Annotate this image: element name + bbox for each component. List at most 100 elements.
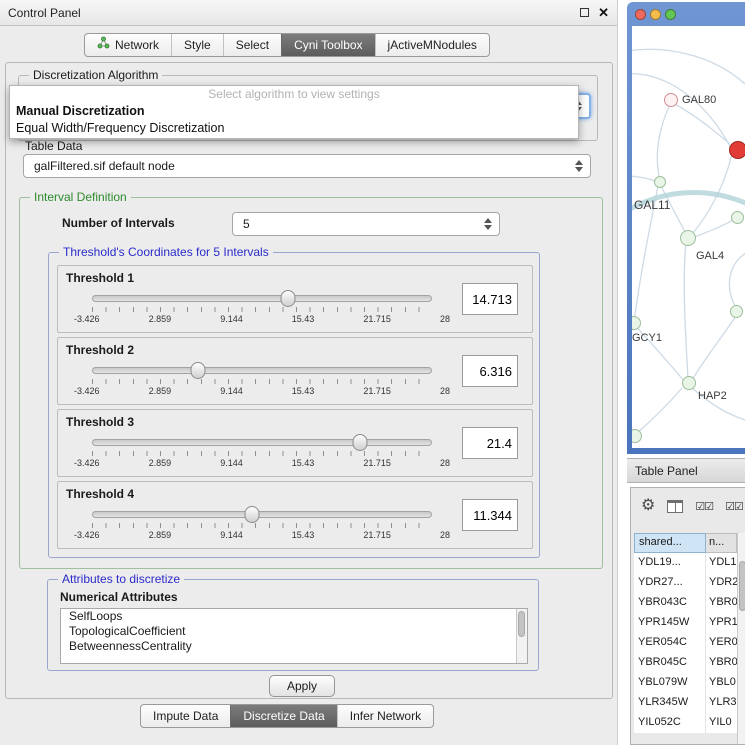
control-panel-title: Control Panel bbox=[8, 6, 81, 20]
scale-tick-label: 2.859 bbox=[149, 314, 172, 324]
scale-tick-label: 21.715 bbox=[363, 314, 391, 324]
num-intervals-label: Number of Intervals bbox=[62, 216, 175, 230]
cyni-toolbox-panel: Discretization Algorithm Select algorith… bbox=[5, 62, 613, 699]
table-data-selected: galFiltered.sif default node bbox=[34, 159, 175, 173]
scale-tick-label: 9.144 bbox=[220, 314, 243, 324]
scale-tick-label: 21.715 bbox=[363, 458, 391, 468]
table-row[interactable]: YDR27... YDR2 bbox=[634, 573, 737, 593]
float-window-icon[interactable] bbox=[580, 8, 589, 17]
threshold-1-slider[interactable] bbox=[92, 295, 432, 302]
tab-style[interactable]: Style bbox=[171, 34, 223, 56]
threshold-2-slider[interactable] bbox=[92, 367, 432, 374]
num-intervals-spinner[interactable]: 5 bbox=[232, 212, 500, 236]
slider-ticks bbox=[92, 523, 432, 528]
close-icon[interactable]: ✕ bbox=[598, 5, 609, 21]
thresholds-group-title: Threshold's Coordinates for 5 Intervals bbox=[59, 245, 273, 259]
slider-scale-labels: -3.4262.8599.14415.4321.71528 bbox=[74, 530, 450, 540]
threshold-4-slider[interactable] bbox=[92, 511, 432, 518]
table-row[interactable]: YIL052C YIL0 bbox=[634, 713, 737, 733]
network-node[interactable] bbox=[654, 176, 666, 188]
tab-network[interactable]: Network bbox=[85, 34, 171, 56]
table-row[interactable]: YER054C YER0 bbox=[634, 633, 737, 653]
network-canvas[interactable]: GAL80 GAL11 GAL4 GCY1 HAP2 bbox=[632, 26, 745, 448]
tab-infer-network[interactable]: Infer Network bbox=[337, 705, 433, 727]
table-row[interactable]: YBL079W YBL0 bbox=[634, 673, 737, 693]
tab-select[interactable]: Select bbox=[223, 34, 281, 56]
scale-tick-label: 28 bbox=[440, 314, 450, 324]
table-row[interactable]: YBR045C YBR0 bbox=[634, 653, 737, 673]
table-data-combobox[interactable]: galFiltered.sif default node bbox=[23, 154, 591, 178]
scale-tick-label: 15.43 bbox=[292, 314, 315, 324]
column-header-name[interactable]: n... bbox=[706, 533, 737, 553]
column-header-shared-name[interactable]: shared... bbox=[634, 533, 706, 553]
slider-ticks bbox=[92, 451, 432, 456]
apply-button[interactable]: Apply bbox=[269, 675, 335, 697]
network-node[interactable] bbox=[730, 305, 743, 318]
attribute-list-item[interactable]: TopologicalCoefficient bbox=[61, 624, 527, 639]
select-all-icon[interactable]: ☑☑ bbox=[695, 500, 713, 513]
attribute-list-item[interactable]: BetweennessCentrality bbox=[61, 639, 527, 654]
scale-tick-label: 9.144 bbox=[220, 530, 243, 540]
table-panel-title: Table Panel bbox=[635, 464, 698, 478]
table-row[interactable]: YPR145W YPR1 bbox=[634, 613, 737, 633]
scale-tick-label: -3.426 bbox=[74, 458, 100, 468]
slider-scale-labels: -3.426 2.859 9.144 15.43 21.715 28 bbox=[74, 314, 450, 324]
scale-tick-label: 15.43 bbox=[292, 386, 315, 396]
scale-tick-label: 15.43 bbox=[292, 458, 315, 468]
tab-discretize-data[interactable]: Discretize Data bbox=[230, 705, 336, 727]
table-row[interactable]: YLR345W YLR3 bbox=[634, 693, 737, 713]
threshold-2-label: Threshold 2 bbox=[66, 343, 134, 357]
table-toolbar: ⚙ ☑☑ ☑☑ bbox=[641, 494, 743, 518]
table-row[interactable]: YBR043C YBR0 bbox=[634, 593, 737, 613]
zoom-window-icon[interactable] bbox=[665, 9, 676, 20]
scale-tick-label: -3.426 bbox=[74, 314, 100, 324]
table-scrollbar-thumb[interactable] bbox=[739, 561, 745, 611]
select-none-icon[interactable]: ☑☑ bbox=[725, 500, 743, 513]
minimize-window-icon[interactable] bbox=[650, 9, 661, 20]
list-scrollbar[interactable] bbox=[516, 609, 527, 663]
list-scrollbar-thumb[interactable] bbox=[518, 611, 525, 637]
threshold-2-value-field[interactable] bbox=[462, 355, 518, 387]
num-intervals-value: 5 bbox=[243, 217, 250, 231]
threshold-4-slider-thumb[interactable] bbox=[244, 506, 259, 523]
table-row[interactable]: YDL19... YDL1 bbox=[634, 553, 737, 573]
network-node[interactable] bbox=[682, 376, 696, 390]
columns-icon[interactable] bbox=[667, 500, 683, 513]
scale-tick-label: 9.144 bbox=[220, 458, 243, 468]
tab-cyni-toolbox[interactable]: Cyni Toolbox bbox=[281, 34, 374, 56]
threshold-4-label: Threshold 4 bbox=[66, 487, 134, 501]
threshold-panel-3: Threshold 3 -3.4262.8599.14415.4321.7152… bbox=[57, 409, 533, 477]
threshold-2-slider-thumb[interactable] bbox=[190, 362, 205, 379]
threshold-3-value-field[interactable] bbox=[462, 427, 518, 459]
tab-jactivemnodules[interactable]: jActiveMNodules bbox=[375, 34, 489, 56]
slider-scale-labels: -3.4262.8599.14415.4321.71528 bbox=[74, 458, 450, 468]
slider-ticks bbox=[92, 307, 432, 312]
threshold-1-value-field[interactable] bbox=[462, 283, 518, 315]
threshold-3-slider[interactable] bbox=[92, 439, 432, 446]
dropdown-option-equal-width-frequency[interactable]: Equal Width/Frequency Discretization bbox=[10, 120, 578, 137]
attribute-list-item[interactable]: SelfLoops bbox=[61, 609, 527, 624]
dropdown-option-manual-discretization[interactable]: Manual Discretization bbox=[10, 103, 578, 120]
network-node[interactable] bbox=[731, 211, 744, 224]
scale-tick-label: 15.43 bbox=[292, 530, 315, 540]
threshold-1-slider-thumb[interactable] bbox=[281, 290, 296, 307]
top-tabbar: Network Style Select Cyni Toolbox jActiv… bbox=[84, 33, 490, 57]
table-scrollbar[interactable] bbox=[737, 533, 745, 745]
scale-tick-label: 2.859 bbox=[149, 386, 172, 396]
network-tab-icon bbox=[97, 34, 110, 56]
network-node[interactable] bbox=[664, 93, 678, 107]
threshold-3-slider-thumb[interactable] bbox=[353, 434, 368, 451]
interval-definition-title: Interval Definition bbox=[30, 190, 131, 204]
gear-icon[interactable]: ⚙ bbox=[641, 494, 655, 518]
algorithm-group-title: Discretization Algorithm bbox=[29, 68, 162, 82]
scale-tick-label: 28 bbox=[440, 458, 450, 468]
threshold-4-value-field[interactable] bbox=[462, 499, 518, 531]
network-node[interactable] bbox=[680, 230, 696, 246]
tab-impute-data[interactable]: Impute Data bbox=[141, 705, 230, 727]
dropdown-placeholder: Select algorithm to view settings bbox=[10, 86, 578, 103]
interval-definition-group: Interval Definition Number of Intervals … bbox=[19, 197, 603, 569]
table-panel-header: Table Panel bbox=[627, 458, 745, 483]
close-window-icon[interactable] bbox=[635, 9, 646, 20]
network-node-selected[interactable] bbox=[729, 141, 745, 159]
scale-tick-label: -3.426 bbox=[74, 386, 100, 396]
